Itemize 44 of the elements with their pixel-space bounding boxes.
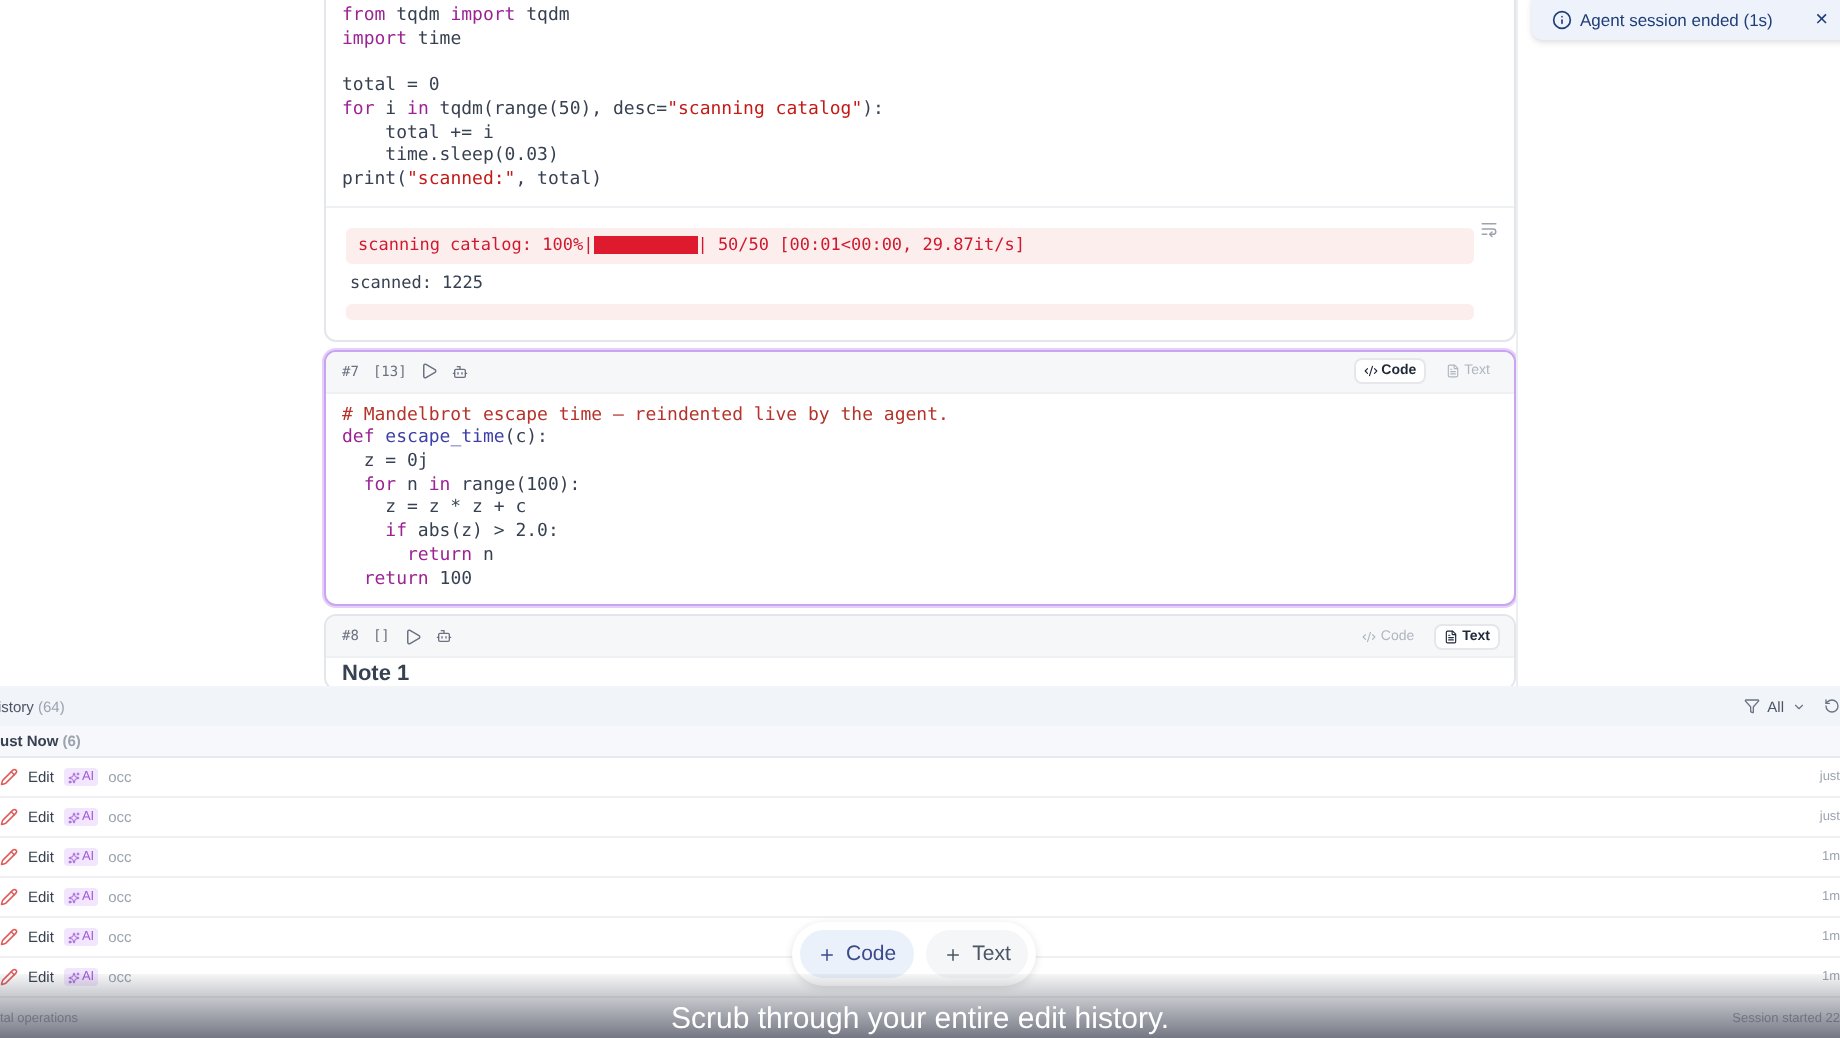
close-button[interactable]: × [1815, 8, 1828, 32]
pencil-icon [0, 808, 18, 826]
code-icon [1362, 629, 1377, 644]
run-icon[interactable] [403, 627, 422, 646]
chevron-icon[interactable] [1792, 699, 1806, 713]
note-heading: Note 1 [342, 662, 412, 686]
pencil-icon [0, 888, 18, 906]
plus-icon [818, 945, 836, 963]
code-line: return n [405, 545, 496, 570]
code-line: for i in tqdm(range(50), desc="scanning catalog"): [342, 99, 886, 123]
progress-output: scanning catalog: 100%| | 50/50 [00:01<00:00, 29.87it/s] [346, 227, 1474, 264]
pencil-icon [0, 968, 18, 986]
filter-icon[interactable] [1743, 698, 1760, 714]
wrap-icon[interactable] [1480, 219, 1498, 238]
add-cell-button[interactable]: Code [800, 930, 915, 978]
code-line: total += i [383, 123, 496, 146]
info-icon [1552, 10, 1572, 30]
pencil-icon [0, 768, 18, 786]
robot-icon[interactable] [452, 363, 469, 380]
refresh-icon[interactable] [1824, 698, 1840, 714]
code-line: # Mandelbrot escape time — reindented live by the agent. [342, 405, 951, 428]
code-line: return 100 [361, 569, 475, 593]
add-cell-button[interactable]: Text [926, 930, 1029, 978]
pencil-icon [0, 848, 18, 866]
code-line: z = z * z + c [383, 498, 529, 522]
code-line: if abs(z) > 2.0: [383, 522, 561, 546]
toast-message: Agent session ended (1s) [1580, 10, 1773, 30]
code-icon [1363, 364, 1378, 379]
code-line: def escape_time(c): [342, 428, 550, 452]
plus-icon [944, 945, 963, 963]
caption: Scrub through your entire edit history. [670, 1002, 1170, 1036]
output-text: scanned: 1225 [348, 273, 486, 294]
code-line: z = 0j [361, 452, 431, 476]
robot-icon[interactable] [435, 628, 452, 645]
run-icon[interactable] [420, 362, 439, 381]
document-icon [1444, 629, 1459, 644]
code-line: import time [342, 29, 464, 53]
code-line: time.sleep(0.03) [383, 146, 561, 170]
code-line: total = 0 [342, 76, 442, 100]
code-line: print("scanned:", total) [342, 169, 605, 194]
code-line: from tqdm import tqdm [342, 6, 572, 30]
pencil-icon [0, 928, 18, 946]
document-icon [1446, 364, 1461, 379]
code-line: for n in range(100): [361, 475, 583, 498]
